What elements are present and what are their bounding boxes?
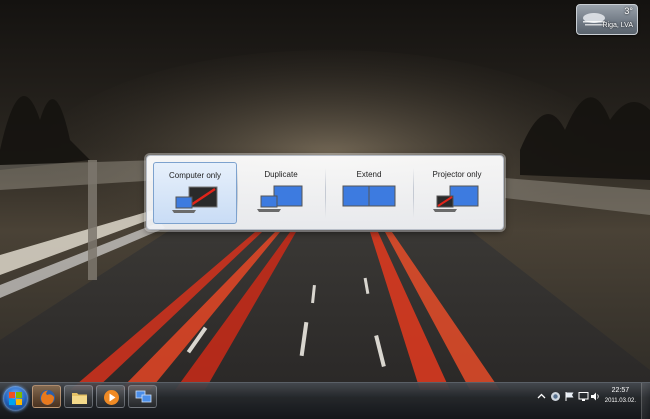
network-icon[interactable]: [550, 391, 561, 402]
clock-time: 22:57: [611, 387, 630, 394]
chevron-up-icon[interactable]: [536, 391, 547, 402]
option-label: Duplicate: [264, 170, 298, 179]
option-extend[interactable]: Extend: [327, 162, 411, 224]
weather-temperature: 3°: [624, 6, 633, 16]
media-player-icon: [104, 390, 119, 405]
computer-only-icon: [172, 186, 218, 213]
display-switch-dialog: Computer only Duplicate Extend Projector…: [146, 155, 504, 230]
option-separator: [413, 168, 414, 218]
weather-location: Riga, LVA: [602, 22, 633, 29]
taskbar-firefox[interactable]: [32, 385, 61, 408]
projector-only-icon: [433, 185, 479, 212]
clock[interactable]: 22:57 2011.03.02.: [605, 386, 636, 406]
clock-date: 2011.03.02.: [604, 398, 636, 404]
extend-icon: [342, 185, 396, 207]
option-separator: [325, 168, 326, 218]
option-label: Computer only: [168, 171, 222, 180]
taskbar-media-player[interactable]: [96, 385, 125, 408]
show-desktop-button[interactable]: [641, 383, 650, 419]
monitor-icon[interactable]: [578, 391, 589, 402]
folder-icon: [72, 393, 87, 404]
weather-gadget[interactable]: 3° Riga, LVA: [576, 4, 638, 35]
option-label: Extend: [356, 170, 382, 179]
windows-logo-icon: [9, 392, 22, 405]
option-label: Projector only: [432, 170, 482, 179]
start-button[interactable]: [3, 386, 28, 411]
taskbar-explorer[interactable]: [64, 385, 93, 408]
duplicate-icon: [257, 185, 303, 212]
system-tray: 22:57 2011.03.02.: [530, 383, 650, 419]
option-duplicate[interactable]: Duplicate: [239, 162, 323, 224]
firefox-icon: [40, 390, 55, 405]
speaker-icon[interactable]: [590, 391, 601, 402]
display-icon: [135, 390, 152, 403]
taskbar: 22:57 2011.03.02.: [0, 382, 650, 419]
taskbar-display-settings[interactable]: [128, 385, 157, 408]
flag-icon[interactable]: [564, 391, 575, 402]
option-computer-only[interactable]: Computer only: [153, 162, 237, 224]
option-projector-only[interactable]: Projector only: [415, 162, 499, 224]
option-separator: [237, 168, 238, 218]
